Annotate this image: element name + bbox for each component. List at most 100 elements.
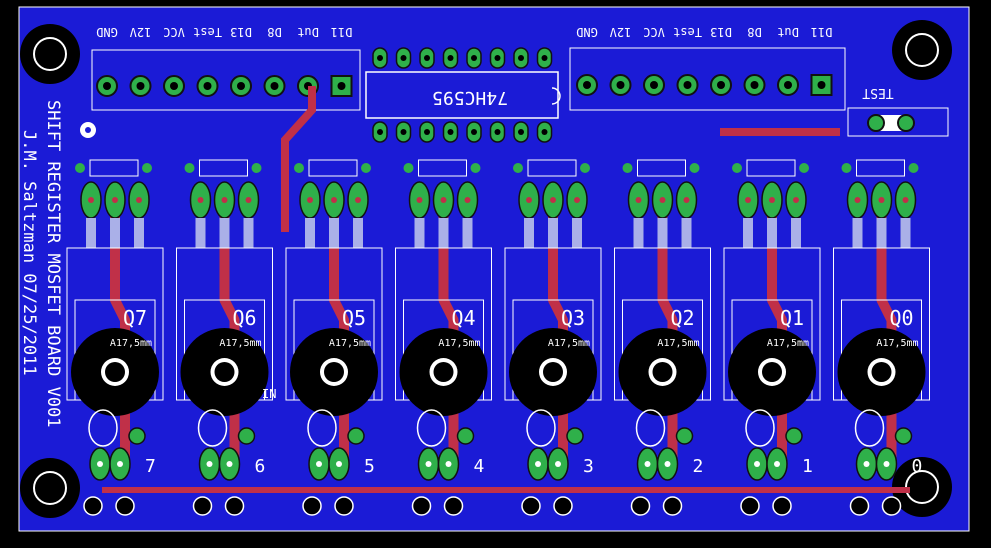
led-pad	[456, 427, 475, 445]
mosfet-ref-label: Q3	[561, 306, 585, 330]
gear-logo-icon	[80, 122, 96, 138]
package-label: A17,5mm	[548, 338, 590, 349]
screw-terminal	[662, 496, 683, 516]
screw-terminal	[411, 496, 432, 516]
mosfet-ref-label: Q5	[342, 306, 366, 330]
output-label: 6	[255, 456, 266, 477]
led-pad	[675, 427, 694, 445]
resistor-pad	[294, 163, 304, 173]
led-pad	[566, 427, 584, 445]
board-title-line-1: SHIFT REGISTER MOSFET BOARD V001	[43, 100, 63, 428]
header-pin-label: Test	[673, 25, 702, 39]
mosfet-leg	[852, 218, 863, 248]
package-label: A17,5mm	[657, 338, 699, 349]
mosfet-leg	[633, 218, 644, 248]
mosfet-leg	[110, 218, 120, 248]
header-pin-label: Test	[193, 25, 222, 39]
package-label: A17,5mm	[110, 338, 152, 349]
led-pad	[785, 427, 803, 445]
mosfet-leg	[243, 218, 254, 248]
header-pin-label: VCC	[163, 25, 185, 39]
screw-terminal	[553, 496, 573, 516]
header-pin-label: 12V	[610, 25, 632, 39]
mosfet-leg	[219, 218, 230, 248]
mosfet-leg	[548, 218, 558, 248]
mosfet-ref-label: Q0	[889, 306, 913, 330]
screw-terminal	[740, 496, 760, 516]
mosfet-leg	[743, 218, 753, 248]
mosfet-leg	[876, 218, 887, 248]
resistor-pad	[732, 163, 742, 173]
screw-terminal	[224, 496, 245, 516]
mosfet-leg	[791, 218, 801, 248]
mosfet-leg	[414, 218, 425, 248]
header-pin-label: GND	[96, 25, 118, 39]
resistor-pad	[580, 163, 590, 173]
screw-terminal	[849, 496, 870, 516]
header-pin-label: D13	[710, 25, 732, 39]
package-label: A17,5mm	[767, 338, 809, 349]
ic-label: 74HC595	[432, 87, 508, 108]
led-pad	[347, 427, 365, 445]
output-label: 7	[145, 456, 156, 477]
resistor-pad	[622, 163, 633, 173]
output-label: 4	[474, 456, 485, 477]
output-label: 3	[583, 456, 594, 477]
led-pad	[237, 427, 256, 445]
header-pin-label: D8	[267, 25, 281, 39]
resistor-pad	[841, 163, 852, 173]
pcb-board: D11 Dut D8 D13 Test VCC 12V GND D11 Dut D8 D13 Test…	[0, 0, 991, 548]
resistor-pad	[251, 163, 262, 173]
package-label: A17,5mm	[876, 338, 918, 349]
mounting-hole-bl	[20, 458, 80, 518]
led-pad	[128, 427, 146, 445]
screw-terminal	[334, 496, 354, 516]
screw-terminal	[521, 496, 541, 516]
mosfet-leg	[134, 218, 144, 248]
header-pin-label: Dut	[297, 25, 319, 39]
header-pin-label: D8	[747, 25, 761, 39]
mosfet-leg	[329, 218, 339, 248]
resistor-pad	[689, 163, 700, 173]
resistor-pad	[403, 163, 414, 173]
resistor-pad	[513, 163, 523, 173]
header-pin-label: VCC	[643, 25, 665, 39]
header-pin-label: D11	[331, 25, 353, 39]
mosfet-leg	[767, 218, 777, 248]
mounting-hole-tr	[892, 20, 952, 80]
output-label: 2	[693, 456, 704, 477]
header-pin-label: Dut	[777, 25, 799, 39]
mosfet-leg	[195, 218, 206, 248]
package-label: A17,5mm	[329, 338, 371, 349]
mosfet-leg	[900, 218, 911, 248]
mosfet-leg	[524, 218, 534, 248]
screw-terminal	[630, 496, 651, 516]
package-label: A17,5mm	[219, 338, 261, 349]
led-pad	[894, 427, 913, 445]
mounting-hole-tl	[20, 24, 80, 84]
test-label: TEST	[862, 85, 893, 100]
resistor-pad	[908, 163, 919, 173]
screw-terminal	[881, 496, 902, 516]
output-label: 5	[364, 456, 375, 477]
mosfet-leg	[657, 218, 668, 248]
screw-terminal	[302, 496, 322, 516]
mosfet-ref-label: Q1	[780, 306, 804, 330]
mosfet-leg	[86, 218, 96, 248]
header-pin-label: D11	[811, 25, 833, 39]
mosfet-ref-label: Q4	[451, 306, 475, 330]
mosfet-leg	[462, 218, 473, 248]
screw-terminal	[772, 496, 792, 516]
mosfet-leg	[681, 218, 692, 248]
screw-terminal	[115, 496, 135, 516]
resistor-pad	[75, 163, 85, 173]
resistor-pad	[799, 163, 809, 173]
resistor-pad	[142, 163, 152, 173]
header-pin-label: 12V	[130, 25, 152, 39]
resistor-pad	[361, 163, 371, 173]
mosfet-ref-label: Q2	[670, 306, 694, 330]
header-pin-label: D13	[230, 25, 252, 39]
mosfet-leg	[438, 218, 449, 248]
header-pin-label: GND	[576, 25, 598, 39]
mosfet-leg	[572, 218, 582, 248]
